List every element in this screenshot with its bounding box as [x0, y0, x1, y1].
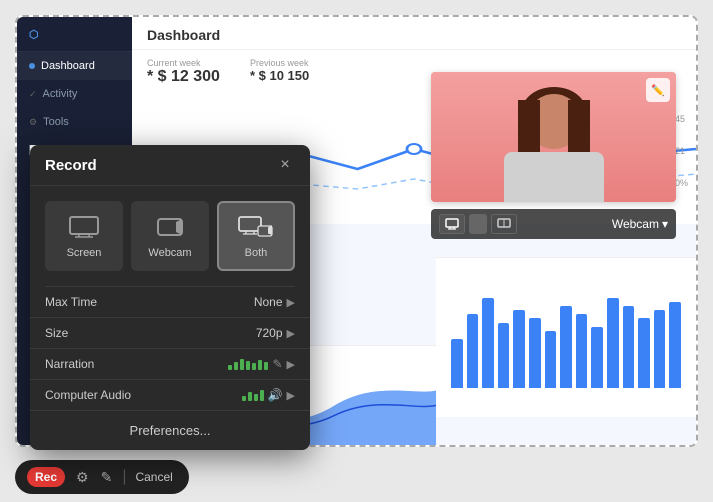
vol-bar-2 — [234, 362, 238, 370]
record-type-webcam[interactable]: Webcam — [131, 201, 209, 271]
bar-0 — [451, 339, 463, 388]
audio-chevron: ▶ — [287, 389, 295, 402]
bar-3 — [498, 323, 510, 388]
bar-13 — [654, 310, 666, 388]
audio-vol-bar-2 — [248, 392, 252, 401]
sidebar-item-dashboard[interactable]: Dashboard — [17, 52, 132, 80]
screen-type-label: Screen — [67, 247, 102, 259]
active-indicator — [29, 63, 35, 69]
bar-8 — [576, 314, 588, 388]
webcam-edit-button[interactable]: ✏️ — [646, 78, 670, 102]
person-body — [504, 152, 604, 202]
narration-chevron: ▶ — [287, 358, 295, 371]
both-type-icon — [238, 213, 274, 241]
bar-1 — [467, 314, 479, 388]
modal-header: Record × — [30, 145, 310, 186]
bar-6 — [545, 331, 557, 388]
audio-label: Computer Audio — [45, 388, 135, 402]
preferences-button[interactable]: Preferences... — [30, 411, 310, 450]
record-type-screen[interactable]: Screen — [45, 201, 123, 271]
current-week-value: * $ 12 300 — [147, 68, 220, 86]
bar-4 — [513, 310, 525, 388]
bar-2 — [482, 298, 494, 388]
bar-chart — [436, 257, 696, 417]
vol-bar-3 — [240, 359, 244, 370]
current-week-label: Current week — [147, 58, 220, 68]
vol-bar-5 — [252, 363, 256, 370]
webcam-preview: ✏️ — [431, 72, 676, 202]
modal-title: Record — [45, 157, 97, 174]
setting-row-audio[interactable]: Computer Audio 🔊 ▶ — [30, 380, 310, 411]
maxtime-value: None — [254, 295, 283, 309]
source-screen-btn[interactable] — [439, 214, 465, 234]
cancel-button[interactable]: Cancel — [131, 470, 176, 484]
webcam-label-text: Webcam — [612, 217, 659, 231]
sidebar-label-activity: Activity — [43, 88, 78, 100]
current-week-stat: Current week * $ 12 300 — [147, 58, 220, 86]
webcam-type-icon — [152, 213, 188, 241]
bars-container — [451, 288, 681, 388]
audio-vol-bar-3 — [254, 394, 258, 401]
edit-icon[interactable]: ✎ — [96, 469, 118, 486]
rec-badge[interactable]: Rec — [27, 467, 65, 487]
webcam-type-label: Webcam — [148, 247, 191, 259]
bar-11 — [623, 306, 635, 388]
previous-week-value: * $ 10 150 — [250, 68, 309, 83]
audio-volume-bars — [242, 389, 264, 401]
bar-12 — [638, 318, 650, 388]
both-type-label: Both — [245, 247, 268, 259]
previous-week-label: Previous week — [250, 58, 309, 68]
bar-10 — [607, 298, 619, 388]
bar-5 — [529, 318, 541, 388]
webcam-source-bar: Webcam ▾ — [431, 209, 676, 239]
setting-row-size[interactable]: Size 720p ▶ — [30, 318, 310, 349]
modal-close-button[interactable]: × — [275, 155, 295, 175]
sidebar-label-tools: Tools — [43, 116, 69, 128]
narration-volume-bars — [228, 358, 268, 370]
sidebar-item-tools[interactable]: ⚙ Tools — [17, 108, 132, 136]
setting-row-maxtime[interactable]: Max Time None ▶ — [30, 287, 310, 318]
sidebar-label-dashboard: Dashboard — [41, 60, 95, 72]
audio-vol-bar-4 — [260, 390, 264, 401]
webcam-chevron[interactable]: ▾ — [662, 217, 668, 231]
split-source-icon — [497, 218, 511, 230]
vol-bar-4 — [246, 361, 250, 370]
webcam-person-view — [431, 72, 676, 202]
page-title: Dashboard — [147, 27, 681, 43]
sidebar-logo: ⬡ — [17, 17, 132, 52]
setting-row-narration[interactable]: Narration ✎ ▶ — [30, 349, 310, 380]
vol-bar-7 — [264, 362, 268, 370]
audio-speaker-icon[interactable]: 🔊 — [268, 388, 283, 402]
size-label: Size — [45, 326, 135, 340]
previous-week-stat: Previous week * $ 10 150 — [250, 58, 309, 86]
bottom-bar: Rec ⚙ ✎ | Cancel — [15, 460, 189, 494]
bar-9 — [591, 327, 603, 388]
size-value: 720p — [256, 326, 283, 340]
source-fill-btn[interactable] — [469, 214, 487, 234]
screen-source-icon — [445, 218, 459, 230]
vol-bar-1 — [228, 365, 232, 370]
narration-label: Narration — [45, 357, 135, 371]
size-chevron: ▶ — [287, 327, 295, 340]
maxtime-chevron: ▶ — [287, 296, 295, 309]
main-header: Dashboard — [132, 17, 696, 50]
webcam-source-label: Webcam ▾ — [612, 217, 668, 231]
audio-vol-bar-1 — [242, 396, 246, 401]
vol-bar-6 — [258, 360, 262, 370]
narration-pencil-icon[interactable]: ✎ — [272, 357, 282, 371]
record-types-row: Screen Webcam — [30, 186, 310, 286]
record-modal: Record × Screen Webcam — [30, 145, 310, 450]
source-split-btn[interactable] — [491, 214, 517, 234]
record-type-both[interactable]: Both — [217, 201, 295, 271]
bar-14 — [669, 302, 681, 388]
maxtime-label: Max Time — [45, 295, 135, 309]
sidebar-item-activity[interactable]: ✓ Activity — [17, 80, 132, 108]
bar-7 — [560, 306, 572, 388]
screen-type-icon — [66, 213, 102, 241]
settings-icon[interactable]: ⚙ — [71, 469, 94, 486]
